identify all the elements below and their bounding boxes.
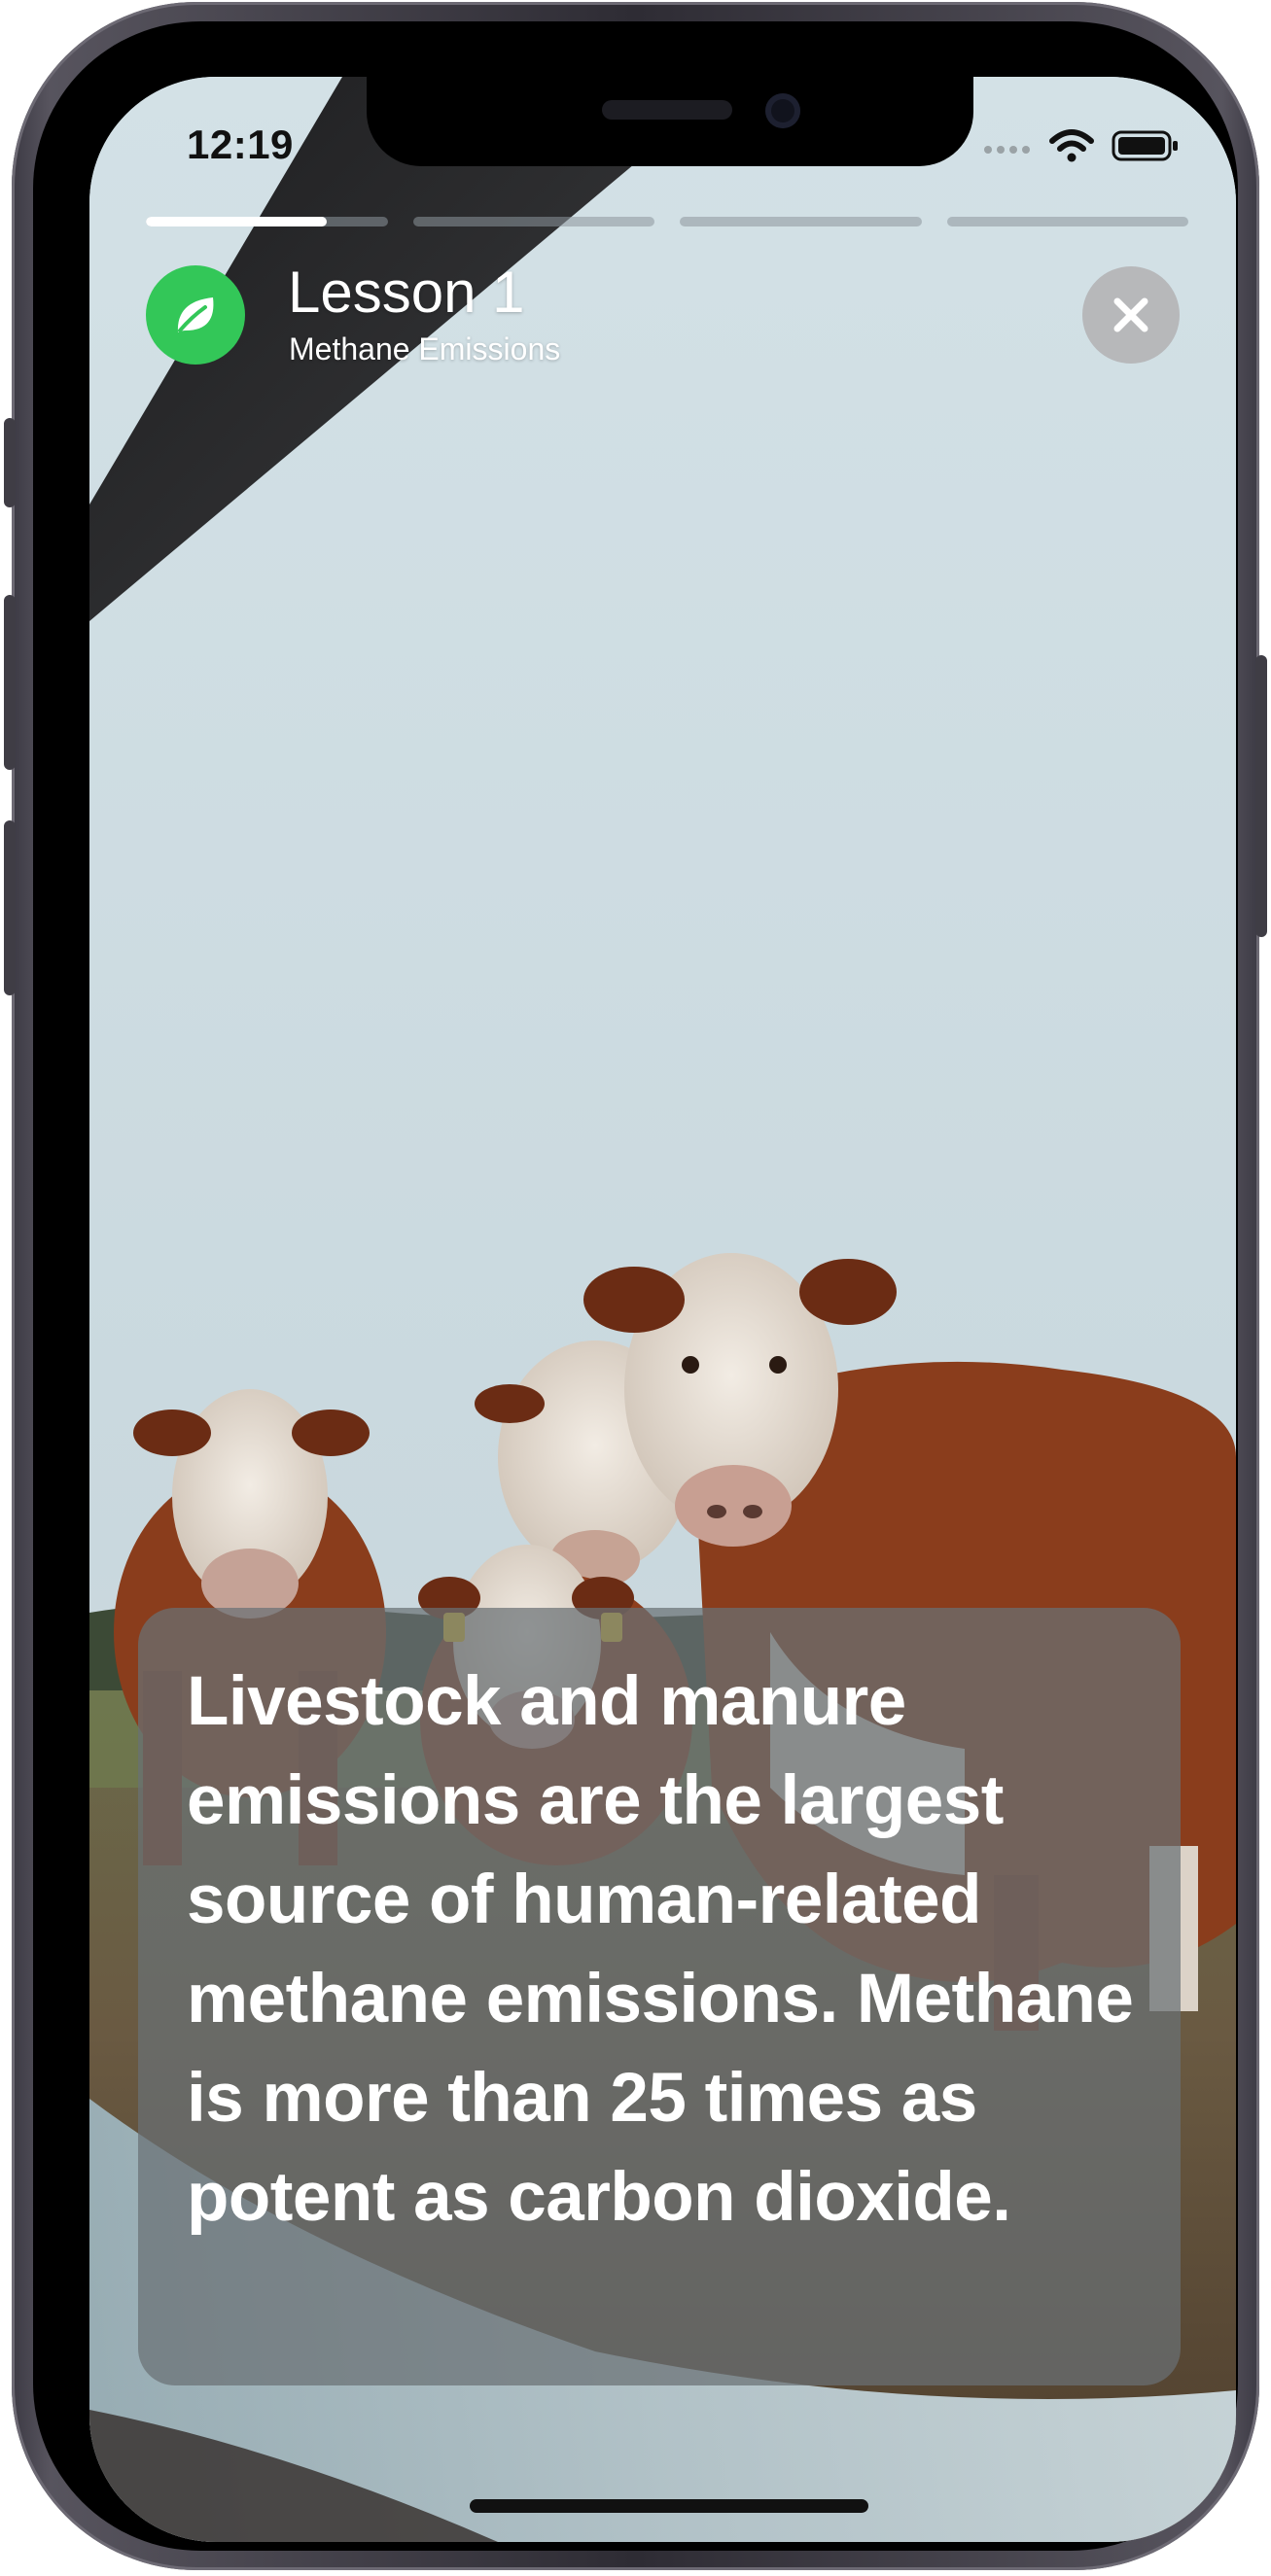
front-camera: [765, 93, 800, 128]
volume-down-button: [4, 820, 16, 995]
progress-segment: [680, 217, 922, 226]
battery-icon: [1112, 130, 1178, 161]
status-icons: [983, 129, 1180, 162]
fact-text: Livestock and manure emissions are the l…: [187, 1663, 1134, 2236]
volume-up-button: [4, 595, 16, 770]
bezel: 12:19 Lesson 1 Methane Emissions Livesto…: [33, 21, 1238, 2551]
close-button[interactable]: [1082, 266, 1180, 364]
fact-card: Livestock and manure emissions are the l…: [138, 1608, 1181, 2385]
action-button: [4, 418, 16, 507]
status-time: 12:19: [187, 122, 294, 167]
progress-segment: [146, 217, 388, 226]
phone-frame: 12:19 Lesson 1 Methane Emissions Livesto…: [4, 2, 1267, 2570]
power-button: [1255, 655, 1267, 937]
leaf-icon: [177, 297, 214, 332]
cellular-signal-icon: [984, 146, 1030, 154]
close-icon: [1113, 297, 1148, 332]
lesson-avatar: [146, 265, 245, 365]
home-indicator[interactable]: [470, 2499, 868, 2513]
screen: 12:19 Lesson 1 Methane Emissions Livesto…: [89, 77, 1236, 2542]
progress-fill: [146, 217, 328, 226]
story-progress: [146, 217, 1188, 226]
camera-notch: [367, 77, 973, 166]
lesson-title: Lesson 1: [288, 260, 525, 325]
wifi-icon: [1049, 129, 1094, 162]
lesson-subtitle: Methane Emissions: [289, 331, 561, 366]
earpiece-speaker: [602, 100, 732, 120]
progress-segment: [946, 217, 1188, 226]
progress-segment: [412, 217, 654, 226]
